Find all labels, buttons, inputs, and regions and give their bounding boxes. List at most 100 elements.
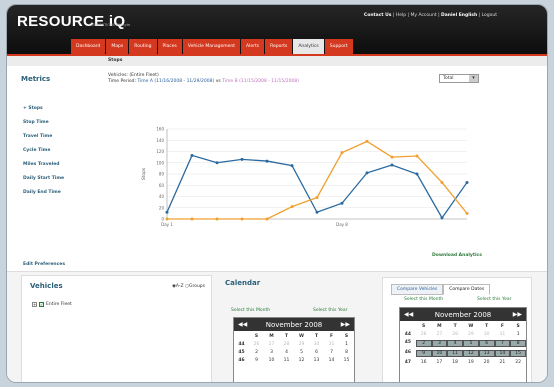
- sort-groups-label[interactable]: Groups: [189, 284, 205, 289]
- data-point[interactable]: [290, 205, 294, 209]
- calendar-day[interactable]: 31: [324, 342, 339, 347]
- data-point[interactable]: [465, 211, 469, 215]
- calendar-day[interactable]: 22: [510, 360, 526, 365]
- calendar-day[interactable]: 7: [494, 340, 511, 347]
- calendar-day[interactable]: 28: [279, 342, 294, 347]
- nav-tab-alerts[interactable]: Alerts: [241, 39, 265, 54]
- data-point[interactable]: [240, 217, 244, 221]
- data-point[interactable]: [340, 151, 344, 155]
- tree-item-label[interactable]: Entire Fleet: [46, 302, 72, 307]
- data-point[interactable]: [390, 163, 394, 167]
- metric-daily-end-time[interactable]: Daily End Time: [23, 190, 61, 195]
- calendar-day[interactable]: 2: [415, 340, 432, 347]
- calendar-day[interactable]: 19: [463, 360, 479, 365]
- help-link[interactable]: Help: [396, 13, 406, 18]
- nav-tab-places[interactable]: Places: [157, 39, 182, 54]
- edit-preferences-link[interactable]: Edit Preferences: [23, 262, 65, 267]
- calendar-day[interactable]: 13: [478, 350, 495, 357]
- data-point[interactable]: [215, 217, 219, 221]
- data-point[interactable]: [465, 180, 469, 184]
- select-year-link-left[interactable]: Select this Year: [313, 308, 347, 313]
- data-point[interactable]: [165, 210, 169, 214]
- calendar-day[interactable]: 26: [249, 342, 264, 347]
- select-month-link-left[interactable]: Select this Month: [231, 308, 270, 313]
- calendar-day[interactable]: 12: [463, 350, 479, 357]
- tab-compare-vehicles[interactable]: Compare Vehicles: [391, 284, 444, 295]
- calendar-day[interactable]: 13: [309, 358, 324, 363]
- prev-month-icon[interactable]: ◀◀: [238, 321, 247, 328]
- calendar-day[interactable]: 16: [416, 360, 432, 365]
- calendar-day[interactable]: 3: [264, 350, 279, 355]
- logout-link[interactable]: Logout: [482, 13, 497, 18]
- calendar-day[interactable]: 30: [309, 342, 324, 347]
- next-month-icon[interactable]: ▶▶: [513, 311, 522, 318]
- data-point[interactable]: [440, 216, 444, 220]
- nav-tab-support[interactable]: Support: [324, 39, 353, 54]
- metric-stops[interactable]: + Stops: [23, 106, 43, 111]
- metric-miles-traveled[interactable]: Miles Traveled: [23, 162, 60, 167]
- calendar-day[interactable]: 15: [339, 358, 354, 363]
- prev-month-icon[interactable]: ◀◀: [404, 311, 413, 318]
- calendar-day[interactable]: 11: [447, 350, 463, 357]
- download-analytics-link[interactable]: Download Analytics: [432, 253, 482, 258]
- data-point[interactable]: [240, 157, 244, 161]
- calendar-day[interactable]: 11: [279, 358, 294, 363]
- data-point[interactable]: [190, 153, 194, 157]
- next-month-icon[interactable]: ▶▶: [341, 321, 350, 328]
- calendar-day[interactable]: 15: [510, 350, 526, 357]
- calendar-day[interactable]: 26: [416, 332, 432, 337]
- calendar-day[interactable]: 14: [324, 358, 339, 363]
- calendar-day[interactable]: 29: [294, 342, 309, 347]
- data-point[interactable]: [440, 180, 444, 184]
- chevron-down-icon[interactable]: ▾: [469, 75, 478, 82]
- calendar-day[interactable]: 10: [431, 350, 448, 357]
- calendar-day[interactable]: 7: [324, 350, 339, 355]
- calendar-day[interactable]: 9: [415, 350, 432, 357]
- data-point[interactable]: [365, 171, 369, 175]
- metric-stop-time[interactable]: Stop Time: [23, 120, 49, 125]
- aggregation-select[interactable]: Total ▾: [439, 74, 479, 83]
- calendar-day[interactable]: 27: [264, 342, 279, 347]
- calendar-day[interactable]: 1: [339, 342, 354, 347]
- nav-tab-routing[interactable]: Routing: [129, 39, 157, 54]
- data-point[interactable]: [165, 217, 169, 221]
- data-point[interactable]: [415, 154, 419, 158]
- data-point[interactable]: [390, 155, 394, 159]
- nav-tab-vehicle-management[interactable]: Vehicle Management: [182, 39, 241, 54]
- metric-daily-start-time[interactable]: Daily Start Time: [23, 176, 64, 181]
- calendar-day[interactable]: 5: [463, 340, 479, 347]
- contact-link[interactable]: Contact Us: [364, 13, 392, 18]
- select-month-link-right[interactable]: Select this Month: [404, 297, 443, 302]
- calendar-day[interactable]: 3: [431, 340, 448, 347]
- nav-tab-dashboard[interactable]: Dashboard: [71, 39, 106, 54]
- calendar-day[interactable]: 18: [447, 360, 463, 365]
- select-year-link-right[interactable]: Select this Year: [477, 297, 511, 302]
- expand-icon[interactable]: +: [32, 302, 37, 307]
- data-point[interactable]: [340, 201, 344, 205]
- data-point[interactable]: [215, 161, 219, 165]
- calendar-day[interactable]: 4: [447, 340, 463, 347]
- tab-compare-dates[interactable]: Compare Dates: [443, 284, 491, 295]
- calendar-day[interactable]: 6: [478, 340, 495, 347]
- nav-tab-analytics[interactable]: Analytics: [293, 39, 324, 54]
- calendar-day[interactable]: 17: [432, 360, 448, 365]
- calendar-day[interactable]: 21: [495, 360, 511, 365]
- data-point[interactable]: [290, 164, 294, 168]
- calendar-day[interactable]: 8: [339, 350, 354, 355]
- calendar-day[interactable]: 10: [264, 358, 279, 363]
- calendar-day[interactable]: 14: [494, 350, 511, 357]
- calendar-day[interactable]: 31: [495, 332, 511, 337]
- data-point[interactable]: [415, 172, 419, 176]
- calendar-day[interactable]: 2: [249, 350, 264, 355]
- data-point[interactable]: [315, 196, 319, 200]
- calendar-day[interactable]: 20: [479, 360, 495, 365]
- data-point[interactable]: [265, 159, 269, 163]
- data-point[interactable]: [265, 217, 269, 221]
- data-point[interactable]: [365, 139, 369, 143]
- calendar-day[interactable]: 5: [294, 350, 309, 355]
- calendar-day[interactable]: 29: [463, 332, 479, 337]
- calendar-day[interactable]: 30: [479, 332, 495, 337]
- sort-az-label[interactable]: A-Z: [176, 284, 184, 289]
- calendar-day[interactable]: 4: [279, 350, 294, 355]
- nav-tab-reports[interactable]: Reports: [265, 39, 293, 54]
